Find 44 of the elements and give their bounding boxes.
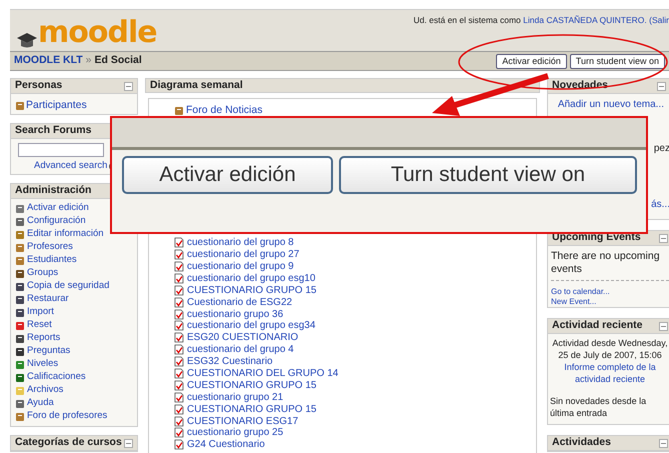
block-title: Personas [15,78,62,94]
menu-link[interactable]: Groups [27,266,58,281]
toolbar-button[interactable]: Activar edición [496,54,567,68]
calendar-link[interactable]: Go to calendar... [551,287,669,297]
menu-link[interactable]: Configuración [27,214,86,229]
block-title: Categorías de cursos [15,435,122,450]
menu-link[interactable]: Restaurar [27,292,69,307]
block-title: Administración [15,183,92,198]
no-news-text: Sin novedades desde la última entrada [550,395,648,419]
events-text: There are no upcoming events [551,250,669,281]
forum-link[interactable]: Foro de Noticias [186,103,262,119]
breadcrumb-link[interactable]: MOODLE KLT [14,53,83,69]
activity-since-text: Actividad desde Wednesday, 25 de July de 2007, 15:06 [551,337,669,361]
menu-link[interactable]: Copia de seguridad [27,279,110,294]
toolbar-button[interactable]: Turn student view on [570,54,665,68]
menu-link[interactable]: Ayuda [27,396,54,411]
breadcrumb-current: Ed Social [94,53,142,68]
section-title: Diagrama semanal [150,78,243,93]
advanced-search-link[interactable]: Advanced search [34,159,108,174]
enlarged-button[interactable]: Turn student view on [339,156,637,194]
menu-link[interactable]: Participantes [26,98,87,114]
add-topic-link[interactable]: Añadir un nuevo tema... [558,97,669,112]
moodle-logo: moodle [38,15,157,51]
enlarged-button[interactable]: Activar edición [122,156,333,194]
menu-link[interactable]: Reset [27,318,52,333]
block-title: Actividades [552,435,611,450]
more-link[interactable]: ás... [651,197,669,212]
menu-link[interactable]: Activar edición [27,201,89,216]
full-report-link[interactable]: Informe completo de la actividad reciente [550,361,669,385]
menu-link[interactable]: Calificaciones [27,370,86,385]
login-info: Ud. está en el sistema como Linda CASTAÑEDA QUINTERO. (Salir [414,14,669,27]
breadcrumb-separator: » [86,53,92,68]
menu-link[interactable]: Reports [27,331,60,346]
menu-link[interactable]: Import [27,305,54,320]
menu-link[interactable]: Profesores [27,240,73,255]
menu-link[interactable]: Niveles [27,357,58,372]
menu-link[interactable]: Foro de profesores [27,409,108,424]
menu-link[interactable]: Editar información [27,227,104,242]
calendar-link[interactable]: New Event... [551,297,669,307]
block-title: Actividad reciente [552,318,642,334]
menu-link[interactable]: Estudiantes [27,253,77,268]
menu-link[interactable]: Archivos [27,383,64,398]
menu-link[interactable]: Preguntas [27,344,70,359]
block-title: Search Forums [15,123,92,138]
